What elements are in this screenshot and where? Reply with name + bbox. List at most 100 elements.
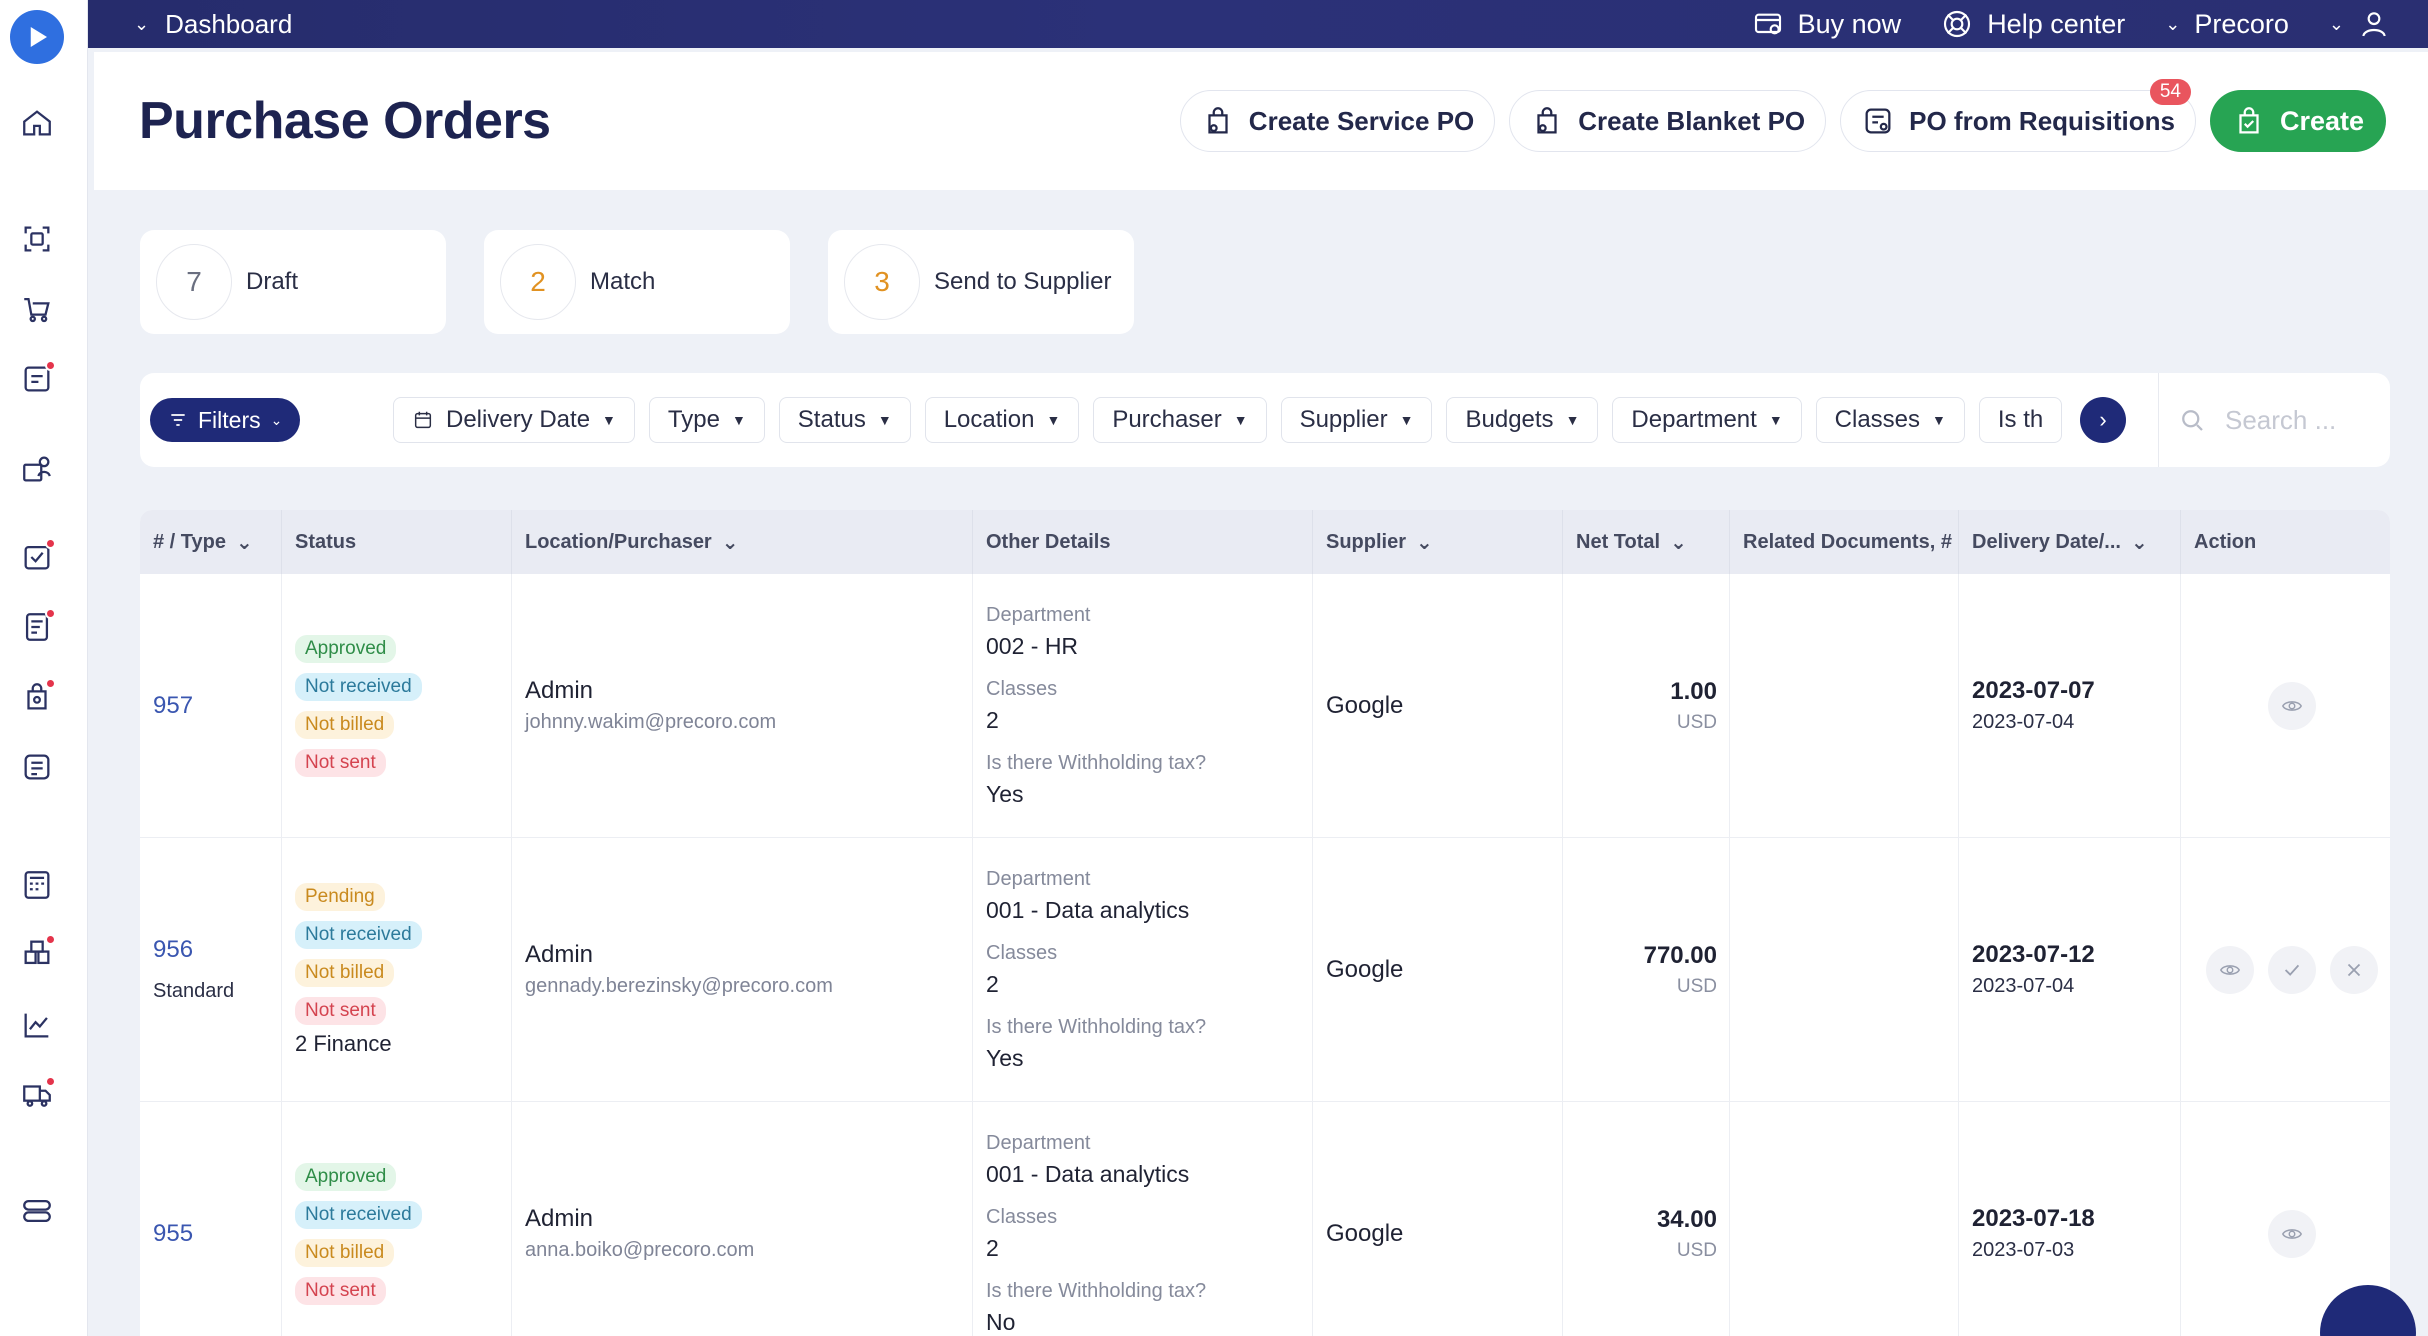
- filter-classes[interactable]: Classes ▼: [1815, 397, 1965, 443]
- delivery-truck-icon[interactable]: [18, 1076, 56, 1114]
- department-label: Department: [986, 867, 1091, 890]
- po-number-link[interactable]: 956: [153, 936, 281, 964]
- eye-icon: [2282, 700, 2302, 711]
- dashboard-menu[interactable]: ⌄ Dashboard: [134, 9, 292, 40]
- purchaser-name: Admin: [525, 1205, 594, 1232]
- search-input[interactable]: [2225, 404, 2385, 436]
- view-button[interactable]: [2206, 945, 2254, 994]
- classes-value: 2: [986, 706, 999, 733]
- status-badge: Not received: [295, 672, 422, 701]
- buy-now-link[interactable]: Buy now: [1752, 8, 1902, 40]
- caret-down-icon: ▼: [1046, 412, 1061, 428]
- scroll-filters-right-button[interactable]: ›: [2080, 397, 2126, 443]
- view-button[interactable]: [2268, 681, 2316, 730]
- company-switcher[interactable]: ⌄ Precoro: [2165, 9, 2289, 40]
- caret-down-icon: ▼: [1565, 412, 1580, 428]
- invoice-icon[interactable]: [18, 748, 56, 786]
- scan-document-icon[interactable]: [18, 220, 56, 258]
- po-from-requisitions-button[interactable]: PO from Requisitions 54: [1840, 79, 2196, 152]
- filter-location[interactable]: Location ▼: [924, 397, 1080, 443]
- page-header: Purchase Orders Create Service PO Create…: [94, 52, 2428, 190]
- inventory-icon[interactable]: [18, 934, 56, 972]
- purchase-order-icon[interactable]: [18, 678, 56, 716]
- create-blanket-po-label: Create Blanket PO: [1578, 105, 1806, 136]
- status-badge: Not sent: [295, 1276, 386, 1305]
- filter-label: Type: [667, 406, 720, 433]
- play-logo-icon: [30, 27, 47, 47]
- match-count: 2: [500, 244, 576, 320]
- column-related-documents: Related Documents, #: [1730, 510, 1959, 574]
- caret-down-icon: ▼: [602, 412, 616, 428]
- supplier-people-icon[interactable]: [18, 450, 56, 488]
- column-delivery-date[interactable]: Delivery Date/... ⌄: [1959, 510, 2181, 574]
- analytics-chart-icon[interactable]: [18, 1006, 56, 1044]
- classes-label: Classes: [986, 941, 1058, 964]
- status-badge: Not sent: [295, 748, 386, 777]
- reject-button[interactable]: [2330, 945, 2378, 994]
- create-button[interactable]: Create: [2209, 90, 2386, 152]
- approve-button[interactable]: [2268, 945, 2316, 994]
- filters-button[interactable]: Filters ⌄: [150, 398, 301, 442]
- cart-icon[interactable]: [18, 290, 56, 328]
- home-icon[interactable]: [18, 104, 56, 142]
- department-value: 001 - Data analytics: [986, 896, 1190, 923]
- po-type: Standard: [153, 980, 235, 1002]
- filter-delivery-date[interactable]: Delivery Date ▼: [393, 397, 635, 443]
- column-label: Action: [2194, 530, 2257, 553]
- check-icon: [2284, 964, 2300, 976]
- currency: USD: [1676, 711, 1717, 733]
- filter-purchaser[interactable]: Purchaser ▼: [1093, 397, 1267, 443]
- filter-supplier[interactable]: Supplier ▼: [1280, 397, 1433, 443]
- classes-label: Classes: [986, 677, 1058, 700]
- classes-value: 2: [986, 1234, 999, 1261]
- classes-label: Classes: [986, 1205, 1058, 1228]
- status-badge: Approved: [295, 634, 397, 663]
- send-to-supplier-card[interactable]: 3 Send to Supplier: [828, 230, 1134, 334]
- bag-gear-icon: [1208, 107, 1228, 134]
- match-label: Match: [590, 268, 656, 295]
- status-badge: Not sent: [295, 996, 386, 1025]
- receipt-icon[interactable]: [18, 608, 56, 646]
- filter-budgets[interactable]: Budgets ▼: [1446, 397, 1599, 443]
- supplier-name: Google: [1326, 955, 1404, 983]
- filter-department[interactable]: Department ▼: [1612, 397, 1802, 443]
- match-card[interactable]: 2 Match: [484, 230, 790, 334]
- column-location-purchaser[interactable]: Location/Purchaser ⌄: [512, 510, 973, 574]
- create-blanket-po-button[interactable]: Create Blanket PO: [1509, 90, 1827, 152]
- filter-type[interactable]: Type ▼: [648, 397, 765, 443]
- table-row: 957 Approved Not received Not billed Not…: [140, 574, 2390, 838]
- column-number-type[interactable]: # / Type ⌄: [140, 510, 282, 574]
- draft-card[interactable]: 7 Draft: [140, 230, 446, 334]
- notification-dot: [45, 538, 56, 549]
- column-net-total[interactable]: Net Total ⌄: [1563, 510, 1730, 574]
- approval-step: 2 Finance: [295, 1030, 392, 1056]
- help-center-label: Help center: [1987, 8, 2126, 39]
- create-service-po-button[interactable]: Create Service PO: [1179, 90, 1496, 152]
- supplier-name: Google: [1326, 1219, 1404, 1247]
- chevron-down-icon: ⌄: [1670, 531, 1687, 554]
- search-box: [2158, 373, 2390, 467]
- requisition-icon[interactable]: [18, 360, 56, 398]
- app-logo[interactable]: [10, 10, 64, 64]
- send-to-supplier-count: 3: [844, 244, 920, 320]
- purchaser-email: johnny.wakim@precoro.com: [525, 711, 777, 733]
- status-badge: Not received: [295, 920, 422, 949]
- supplier-name: Google: [1326, 691, 1404, 719]
- help-center-link[interactable]: Help center: [1941, 8, 2125, 40]
- buy-now-label: Buy now: [1797, 8, 1902, 39]
- filter-status[interactable]: Status ▼: [778, 397, 911, 443]
- filter-label: Delivery Date: [446, 406, 591, 433]
- approval-icon[interactable]: [18, 538, 56, 576]
- po-number-link[interactable]: 955: [153, 1220, 281, 1248]
- related-documents-cell: [1730, 838, 1959, 1101]
- column-supplier[interactable]: Supplier ⌄: [1313, 510, 1563, 574]
- settings-toggle-icon[interactable]: [18, 1192, 56, 1230]
- budget-calculator-icon[interactable]: [18, 866, 56, 904]
- view-button[interactable]: [2268, 1209, 2316, 1258]
- status-badge: Not billed: [295, 1238, 395, 1267]
- filter-withholding-tax[interactable]: Is th: [1978, 397, 2063, 443]
- status-badge: Pending: [295, 882, 385, 911]
- po-number-link[interactable]: 957: [153, 692, 281, 720]
- created-date: 2023-07-04: [1972, 711, 2075, 733]
- user-menu[interactable]: ⌄: [2329, 8, 2390, 40]
